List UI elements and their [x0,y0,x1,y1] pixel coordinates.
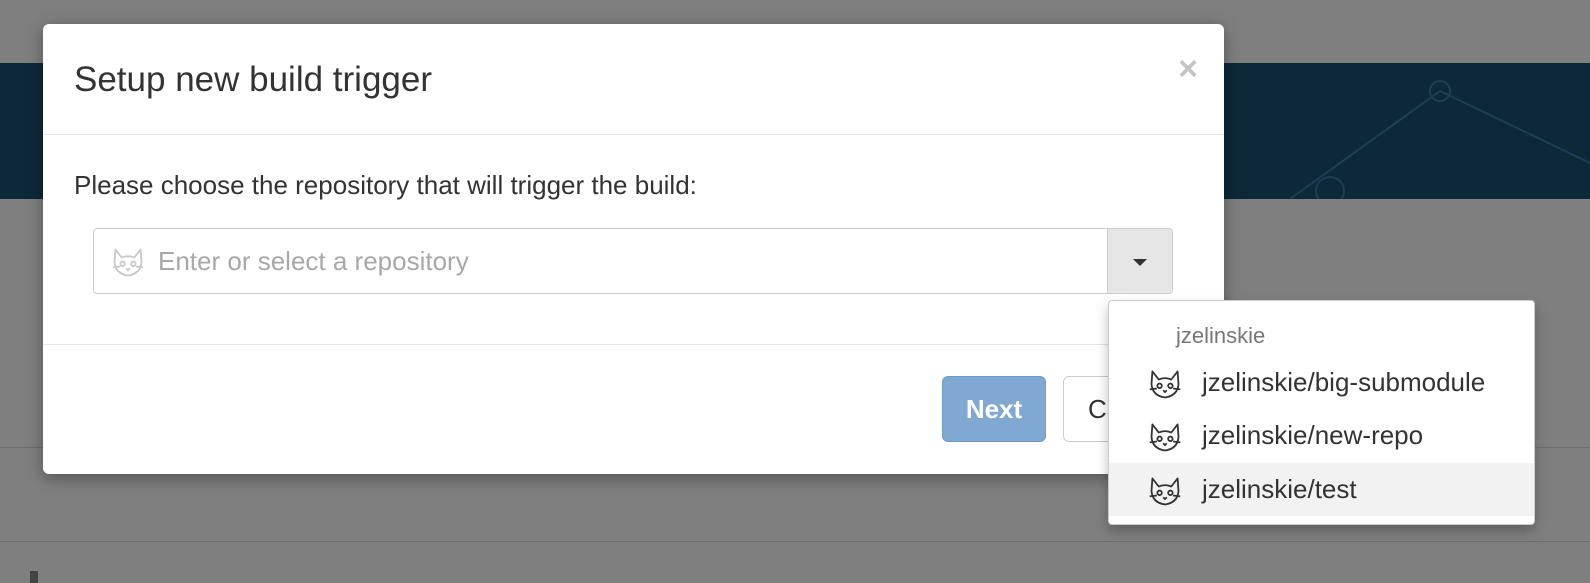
dropdown-item-highlighted[interactable]: jzelinskie/test [1109,463,1534,516]
repository-dropdown-menu: jzelinskie jzelinskie/big-submodule jzel… [1108,300,1535,525]
gitlab-icon [1149,423,1181,452]
close-icon[interactable]: × [1178,52,1198,86]
dropdown-item-label: jzelinskie/big-submodule [1202,367,1486,397]
repository-input[interactable] [158,229,1098,293]
dropdown-item-label: jzelinskie/test [1202,474,1357,504]
background-divider [0,541,1590,542]
modal-footer [43,344,1224,475]
dropdown-group-header: jzelinskie [1176,323,1266,348]
repository-combobox[interactable] [93,228,1173,294]
gitlab-icon [112,248,144,277]
repository-prompt: Please choose the repository that will t… [74,170,697,200]
next-button[interactable]: Next [942,376,1046,442]
caret-down-icon [1133,259,1147,266]
dropdown-item-label: jzelinskie/new-repo [1202,420,1424,450]
dropdown-item[interactable]: jzelinskie/big-submodule [1109,356,1534,409]
gitlab-icon [1149,370,1181,399]
dropdown-toggle-button[interactable] [1107,229,1172,293]
dropdown-item[interactable]: jzelinskie/new-repo [1109,409,1534,462]
modal-header: Setup new build trigger × [43,24,1224,135]
modal-title: Setup new build trigger [74,60,432,99]
gitlab-icon [1149,477,1181,506]
build-trigger-modal: Setup new build trigger × Please choose … [43,24,1224,474]
background-text-fragment [30,571,38,583]
